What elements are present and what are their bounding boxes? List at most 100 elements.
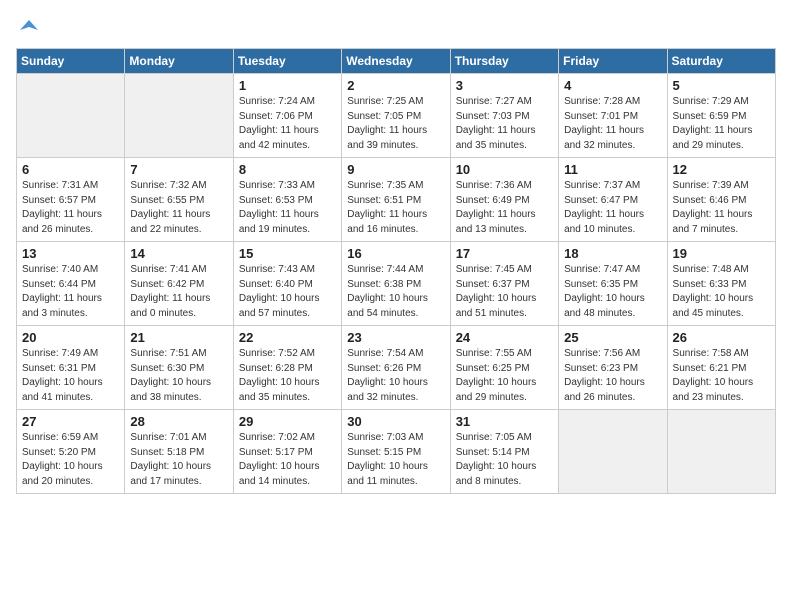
calendar-cell [559, 410, 667, 494]
calendar-week-1: 1 Sunrise: 7:24 AM Sunset: 7:06 PM Daylig… [17, 74, 776, 158]
weekday-header-tuesday: Tuesday [233, 49, 341, 74]
calendar-header-row: SundayMondayTuesdayWednesdayThursdayFrid… [17, 49, 776, 74]
day-number: 20 [22, 330, 119, 345]
weekday-header-thursday: Thursday [450, 49, 558, 74]
calendar-cell: 24 Sunrise: 7:55 AM Sunset: 6:25 PM Dayli… [450, 326, 558, 410]
day-number: 24 [456, 330, 553, 345]
day-number: 2 [347, 78, 444, 93]
calendar-cell: 17 Sunrise: 7:45 AM Sunset: 6:37 PM Dayli… [450, 242, 558, 326]
calendar-cell: 9 Sunrise: 7:35 AM Sunset: 6:51 PM Daylig… [342, 158, 450, 242]
calendar-cell: 27Sunrise: 6:59 AM Sunset: 5:20 PM Dayli… [17, 410, 125, 494]
day-info: Sunrise: 7:44 AM Sunset: 6:38 PM Dayligh… [347, 263, 444, 321]
day-info: Sunrise: 7:54 AM Sunset: 6:26 PM Dayligh… [347, 347, 444, 405]
day-number: 25 [564, 330, 661, 345]
day-info: Sunrise: 7:02 AM Sunset: 5:17 PM Dayligh… [239, 431, 336, 489]
calendar-cell: 2 Sunrise: 7:25 AM Sunset: 7:05 PM Daylig… [342, 74, 450, 158]
logo-bird-icon [18, 16, 40, 38]
day-info: Sunrise: 7:35 AM Sunset: 6:51 PM Dayligh… [347, 179, 444, 237]
day-number: 6 [22, 162, 119, 177]
calendar-cell: 7 Sunrise: 7:32 AM Sunset: 6:55 PM Daylig… [125, 158, 233, 242]
day-number: 16 [347, 246, 444, 261]
day-number: 22 [239, 330, 336, 345]
day-info: Sunrise: 7:49 AM Sunset: 6:31 PM Dayligh… [22, 347, 119, 405]
calendar-cell: 14 Sunrise: 7:41 AM Sunset: 6:42 PM Dayli… [125, 242, 233, 326]
calendar-cell: 30 Sunrise: 7:03 AM Sunset: 5:15 PM Dayli… [342, 410, 450, 494]
weekday-header-friday: Friday [559, 49, 667, 74]
calendar-cell: 28 Sunrise: 7:01 AM Sunset: 5:18 PM Dayli… [125, 410, 233, 494]
calendar-cell: 18 Sunrise: 7:47 AM Sunset: 6:35 PM Dayli… [559, 242, 667, 326]
day-number: 7 [130, 162, 227, 177]
day-info: Sunrise: 7:43 AM Sunset: 6:40 PM Dayligh… [239, 263, 336, 321]
day-info: Sunrise: 7:41 AM Sunset: 6:42 PM Dayligh… [130, 263, 227, 321]
day-info: Sunrise: 7:32 AM Sunset: 6:55 PM Dayligh… [130, 179, 227, 237]
weekday-header-wednesday: Wednesday [342, 49, 450, 74]
day-number: 18 [564, 246, 661, 261]
calendar-cell: 12Sunrise: 7:39 AM Sunset: 6:46 PM Dayli… [667, 158, 775, 242]
calendar-week-3: 13 Sunrise: 7:40 AM Sunset: 6:44 PM Dayli… [17, 242, 776, 326]
day-number: 27 [22, 414, 119, 429]
calendar-cell: 29 Sunrise: 7:02 AM Sunset: 5:17 PM Dayli… [233, 410, 341, 494]
day-info: Sunrise: 7:24 AM Sunset: 7:06 PM Dayligh… [239, 95, 336, 153]
calendar-cell: 16 Sunrise: 7:44 AM Sunset: 6:38 PM Dayli… [342, 242, 450, 326]
calendar-cell: 21 Sunrise: 7:51 AM Sunset: 6:30 PM Dayli… [125, 326, 233, 410]
calendar-week-5: 27Sunrise: 6:59 AM Sunset: 5:20 PM Dayli… [17, 410, 776, 494]
calendar-cell [667, 410, 775, 494]
calendar-cell: 22 Sunrise: 7:52 AM Sunset: 6:28 PM Dayli… [233, 326, 341, 410]
calendar-cell: 5Sunrise: 7:29 AM Sunset: 6:59 PM Daylig… [667, 74, 775, 158]
calendar-cell: 4 Sunrise: 7:28 AM Sunset: 7:01 PM Daylig… [559, 74, 667, 158]
day-number: 31 [456, 414, 553, 429]
day-number: 14 [130, 246, 227, 261]
day-info: Sunrise: 7:01 AM Sunset: 5:18 PM Dayligh… [130, 431, 227, 489]
calendar-table: SundayMondayTuesdayWednesdayThursdayFrid… [16, 48, 776, 494]
calendar-body: 1 Sunrise: 7:24 AM Sunset: 7:06 PM Daylig… [17, 74, 776, 494]
weekday-header-sunday: Sunday [17, 49, 125, 74]
day-info: Sunrise: 7:31 AM Sunset: 6:57 PM Dayligh… [22, 179, 119, 237]
calendar-cell: 15Sunrise: 7:43 AM Sunset: 6:40 PM Dayli… [233, 242, 341, 326]
day-info: Sunrise: 7:47 AM Sunset: 6:35 PM Dayligh… [564, 263, 661, 321]
day-info: Sunrise: 7:45 AM Sunset: 6:37 PM Dayligh… [456, 263, 553, 321]
calendar-cell: 10 Sunrise: 7:36 AM Sunset: 6:49 PM Dayli… [450, 158, 558, 242]
day-number: 29 [239, 414, 336, 429]
day-number: 19 [673, 246, 770, 261]
day-number: 11 [564, 162, 661, 177]
day-info: Sunrise: 7:05 AM Sunset: 5:14 PM Dayligh… [456, 431, 553, 489]
day-number: 17 [456, 246, 553, 261]
day-info: Sunrise: 7:27 AM Sunset: 7:03 PM Dayligh… [456, 95, 553, 153]
day-number: 30 [347, 414, 444, 429]
day-number: 28 [130, 414, 227, 429]
calendar-cell: 8 Sunrise: 7:33 AM Sunset: 6:53 PM Daylig… [233, 158, 341, 242]
day-number: 1 [239, 78, 336, 93]
day-info: Sunrise: 7:52 AM Sunset: 6:28 PM Dayligh… [239, 347, 336, 405]
weekday-header-saturday: Saturday [667, 49, 775, 74]
day-number: 3 [456, 78, 553, 93]
day-info: Sunrise: 7:28 AM Sunset: 7:01 PM Dayligh… [564, 95, 661, 153]
day-info: Sunrise: 7:03 AM Sunset: 5:15 PM Dayligh… [347, 431, 444, 489]
page-header [16, 16, 776, 38]
day-info: Sunrise: 7:48 AM Sunset: 6:33 PM Dayligh… [673, 263, 770, 321]
day-info: Sunrise: 7:25 AM Sunset: 7:05 PM Dayligh… [347, 95, 444, 153]
day-number: 10 [456, 162, 553, 177]
calendar-cell: 3 Sunrise: 7:27 AM Sunset: 7:03 PM Daylig… [450, 74, 558, 158]
day-info: Sunrise: 7:36 AM Sunset: 6:49 PM Dayligh… [456, 179, 553, 237]
day-info: Sunrise: 7:51 AM Sunset: 6:30 PM Dayligh… [130, 347, 227, 405]
day-info: Sunrise: 7:33 AM Sunset: 6:53 PM Dayligh… [239, 179, 336, 237]
day-number: 23 [347, 330, 444, 345]
calendar-week-4: 20 Sunrise: 7:49 AM Sunset: 6:31 PM Dayli… [17, 326, 776, 410]
day-number: 8 [239, 162, 336, 177]
calendar-cell: 13 Sunrise: 7:40 AM Sunset: 6:44 PM Dayli… [17, 242, 125, 326]
day-number: 12 [673, 162, 770, 177]
day-number: 13 [22, 246, 119, 261]
day-number: 9 [347, 162, 444, 177]
day-info: Sunrise: 7:56 AM Sunset: 6:23 PM Dayligh… [564, 347, 661, 405]
logo [16, 16, 42, 38]
day-info: Sunrise: 7:37 AM Sunset: 6:47 PM Dayligh… [564, 179, 661, 237]
day-info: Sunrise: 7:55 AM Sunset: 6:25 PM Dayligh… [456, 347, 553, 405]
calendar-cell: 20 Sunrise: 7:49 AM Sunset: 6:31 PM Dayli… [17, 326, 125, 410]
calendar-cell [17, 74, 125, 158]
calendar-cell: 26Sunrise: 7:58 AM Sunset: 6:21 PM Dayli… [667, 326, 775, 410]
day-info: Sunrise: 7:40 AM Sunset: 6:44 PM Dayligh… [22, 263, 119, 321]
calendar-cell: 25 Sunrise: 7:56 AM Sunset: 6:23 PM Dayli… [559, 326, 667, 410]
calendar-cell: 1 Sunrise: 7:24 AM Sunset: 7:06 PM Daylig… [233, 74, 341, 158]
day-number: 4 [564, 78, 661, 93]
day-number: 21 [130, 330, 227, 345]
